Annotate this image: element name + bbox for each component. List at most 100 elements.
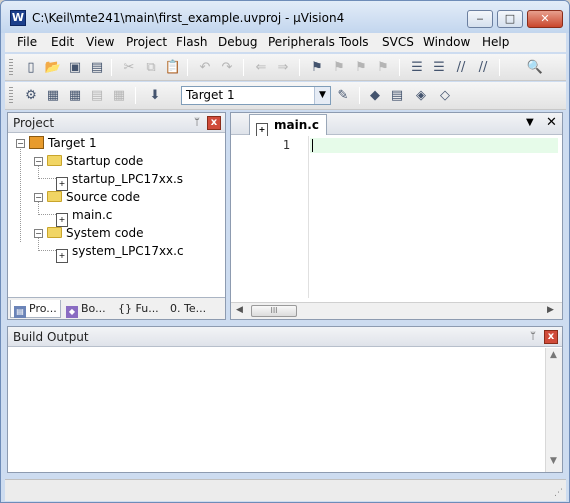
tab-books[interactable]: ◆ Bo... xyxy=(63,300,113,318)
pin-icon[interactable]: ᛘ xyxy=(526,330,540,344)
rebuild-icon[interactable]: ▦ xyxy=(65,86,85,105)
copy-icon[interactable]: ⧉ xyxy=(141,58,161,77)
menu-help[interactable]: Help xyxy=(482,35,509,49)
close-button[interactable]: ✕ xyxy=(527,10,563,28)
tab-project[interactable]: ▤ Pro... xyxy=(10,300,61,318)
project-tab-icon: ▤ xyxy=(14,306,26,318)
comment-icon[interactable]: // xyxy=(451,58,471,77)
menu-flash[interactable]: Flash xyxy=(176,35,207,49)
save-icon[interactable]: ▣ xyxy=(65,58,85,77)
save-all-icon[interactable]: ▤ xyxy=(87,58,107,77)
menu-project[interactable]: Project xyxy=(126,35,167,49)
close-icon[interactable]: x xyxy=(544,330,558,344)
books-tab-icon: ◆ xyxy=(66,306,78,318)
scroll-up-icon[interactable]: ▲ xyxy=(550,350,557,360)
resize-grip-icon[interactable]: ⋰ xyxy=(554,488,563,498)
target-options-icon[interactable]: ✎ xyxy=(333,86,353,105)
collapse-icon[interactable]: − xyxy=(34,193,43,202)
menu-tools[interactable]: Tools xyxy=(339,35,369,49)
redo-icon[interactable]: ↷ xyxy=(217,58,237,77)
file-icon: + xyxy=(56,249,68,263)
menu-peripherals[interactable]: Peripherals xyxy=(268,35,335,49)
menu-edit[interactable]: Edit xyxy=(51,35,74,49)
bookmark-icon[interactable]: ⚑ xyxy=(307,58,327,77)
build-output-header[interactable]: Build Output ᛘ x xyxy=(8,327,562,347)
tree-node-file[interactable]: + startup_LPC17xx.s xyxy=(56,171,184,191)
bookmark-next-icon[interactable]: ⚑ xyxy=(351,58,371,77)
tab-templates[interactable]: 0. Te... xyxy=(167,300,223,318)
tab-main-c[interactable]: + main.c xyxy=(249,114,327,137)
new-file-icon[interactable]: ▯ xyxy=(21,58,41,77)
file-extensions-icon[interactable]: ◇ xyxy=(435,86,455,105)
minimize-button[interactable]: ‒ xyxy=(467,10,493,28)
tree-node-group[interactable]: − Startup code xyxy=(34,153,143,170)
tree-label: startup_LPC17xx.s xyxy=(72,172,184,186)
menu-file[interactable]: File xyxy=(17,35,37,49)
toolbar-separator xyxy=(187,59,188,76)
close-icon[interactable]: x xyxy=(207,116,221,130)
paste-icon[interactable]: 📋 xyxy=(163,58,183,77)
tab-label: 0. Te... xyxy=(170,302,207,315)
line-number: 1 xyxy=(282,138,290,152)
manage-components-icon[interactable]: ◆ xyxy=(365,86,385,105)
menu-window[interactable]: Window xyxy=(423,35,470,49)
build-icon[interactable]: ▦ xyxy=(43,86,63,105)
window-title: C:\Keil\mte241\main\first_example.uvproj… xyxy=(32,11,345,25)
bookmark-prev-icon[interactable]: ⚑ xyxy=(329,58,349,77)
tree-node-target[interactable]: − Target 1 xyxy=(16,135,97,152)
tree-node-file[interactable]: + system_LPC17xx.c xyxy=(56,243,184,263)
tree-node-file[interactable]: + main.c xyxy=(56,207,112,227)
tab-list-dropdown-icon[interactable]: ▼ xyxy=(526,117,534,128)
undo-icon[interactable]: ↶ xyxy=(195,58,215,77)
collapse-icon[interactable]: − xyxy=(34,229,43,238)
scrollbar-thumb[interactable]: III xyxy=(251,305,297,317)
uncomment-icon[interactable]: // xyxy=(473,58,493,77)
toolbar-separator xyxy=(399,59,400,76)
target-select[interactable]: Target 1 ▼ xyxy=(181,86,331,105)
tab-label: Pro... xyxy=(29,302,57,315)
scroll-down-icon[interactable]: ▼ xyxy=(550,456,557,466)
menu-debug[interactable]: Debug xyxy=(218,35,257,49)
tree-label: System code xyxy=(66,226,144,240)
collapse-icon[interactable]: − xyxy=(16,139,25,148)
toolbar-separator xyxy=(299,59,300,76)
tree-node-group[interactable]: − System code xyxy=(34,225,144,242)
toolbar-grip[interactable] xyxy=(9,87,13,105)
bookmark-clear-icon[interactable]: ⚑ xyxy=(373,58,393,77)
tree-label: Source code xyxy=(66,190,140,204)
batch-build-icon[interactable]: ▤ xyxy=(87,86,107,105)
cut-icon[interactable]: ✂ xyxy=(119,58,139,77)
scroll-left-icon[interactable]: ◀ xyxy=(236,305,243,315)
pack-installer-icon[interactable]: ◈ xyxy=(411,86,431,105)
app-icon[interactable]: W xyxy=(10,10,26,26)
select-packs-icon[interactable]: ▤ xyxy=(387,86,407,105)
build-output-pane: Build Output ᛘ x ▲ ▼ xyxy=(7,326,563,473)
chevron-down-icon[interactable]: ▼ xyxy=(314,87,330,104)
title-bar[interactable]: W C:\Keil\mte241\main\first_example.uvpr… xyxy=(1,1,569,33)
menu-view[interactable]: View xyxy=(86,35,114,49)
collapse-icon[interactable]: − xyxy=(34,157,43,166)
build-toolbar: ⚙ ▦ ▦ ▤ ▦ ⬇ Target 1 ▼ ✎ ◆ ▤ ◈ ◇ xyxy=(5,82,566,110)
navigate-forward-icon[interactable]: ⇒ xyxy=(273,58,293,77)
find-in-files-icon[interactable]: 🔍 xyxy=(525,58,545,77)
tree-node-group[interactable]: − Source code xyxy=(34,189,140,206)
unindent-icon[interactable]: ☰ xyxy=(429,58,449,77)
close-tab-icon[interactable]: ✕ xyxy=(546,115,557,130)
open-folder-icon[interactable]: 📂 xyxy=(43,58,63,77)
tab-functions[interactable]: {} Fu... xyxy=(115,300,165,318)
folder-icon xyxy=(47,155,62,166)
current-line-highlight[interactable] xyxy=(310,138,558,153)
translate-icon[interactable]: ⚙ xyxy=(21,86,41,105)
download-load-icon[interactable]: ⬇ xyxy=(145,86,165,105)
horizontal-scrollbar[interactable]: ◀ III ▶ xyxy=(231,302,562,319)
toolbar-grip[interactable] xyxy=(9,59,13,77)
vertical-scrollbar[interactable]: ▲ ▼ xyxy=(545,348,562,472)
maximize-button[interactable]: □ xyxy=(497,10,523,28)
pin-icon[interactable]: ᛘ xyxy=(190,116,204,130)
project-pane-header[interactable]: Project ᛘ x xyxy=(8,113,225,133)
navigate-back-icon[interactable]: ⇐ xyxy=(251,58,271,77)
indent-icon[interactable]: ☰ xyxy=(407,58,427,77)
scroll-right-icon[interactable]: ▶ xyxy=(547,305,554,315)
menu-svcs[interactable]: SVCS xyxy=(382,35,414,49)
stop-build-icon[interactable]: ▦ xyxy=(109,86,129,105)
